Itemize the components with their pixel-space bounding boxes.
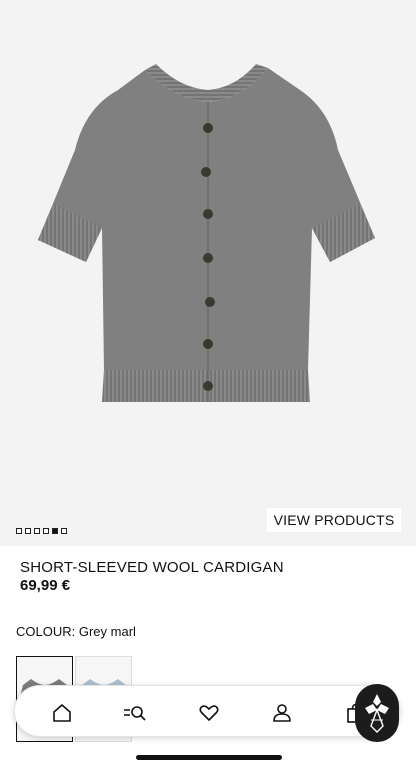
search-icon[interactable] — [123, 702, 147, 724]
gallery-dot[interactable] — [61, 528, 67, 534]
gallery-dot-active[interactable] — [52, 528, 58, 534]
gallery-pagination[interactable] — [16, 528, 67, 534]
colour-value: Grey marl — [78, 624, 136, 639]
user-icon[interactable] — [271, 702, 293, 724]
gallery-dot[interactable] — [43, 528, 49, 534]
gallery-dot[interactable] — [16, 528, 22, 534]
gallery-dot[interactable] — [34, 528, 40, 534]
cardigan-image — [38, 64, 375, 402]
colour-label: COLOUR: — [16, 624, 76, 639]
bottom-navigation — [14, 685, 400, 737]
colour-selector-label: COLOUR: Grey marl — [16, 624, 136, 639]
view-products-button[interactable]: VIEW PRODUCTS — [267, 508, 401, 532]
assistant-fab-button[interactable] — [355, 684, 399, 742]
product-title: SHORT-SLEEVED WOOL CARDIGAN — [20, 559, 284, 576]
heart-icon[interactable] — [198, 702, 220, 724]
gallery-dot[interactable] — [25, 528, 31, 534]
home-icon[interactable] — [51, 702, 73, 724]
assistant-logo-icon — [365, 694, 389, 733]
product-price: 69,99 € — [20, 577, 71, 594]
home-indicator — [136, 755, 282, 760]
product-image[interactable]: VIEW PRODUCTS — [0, 0, 416, 546]
